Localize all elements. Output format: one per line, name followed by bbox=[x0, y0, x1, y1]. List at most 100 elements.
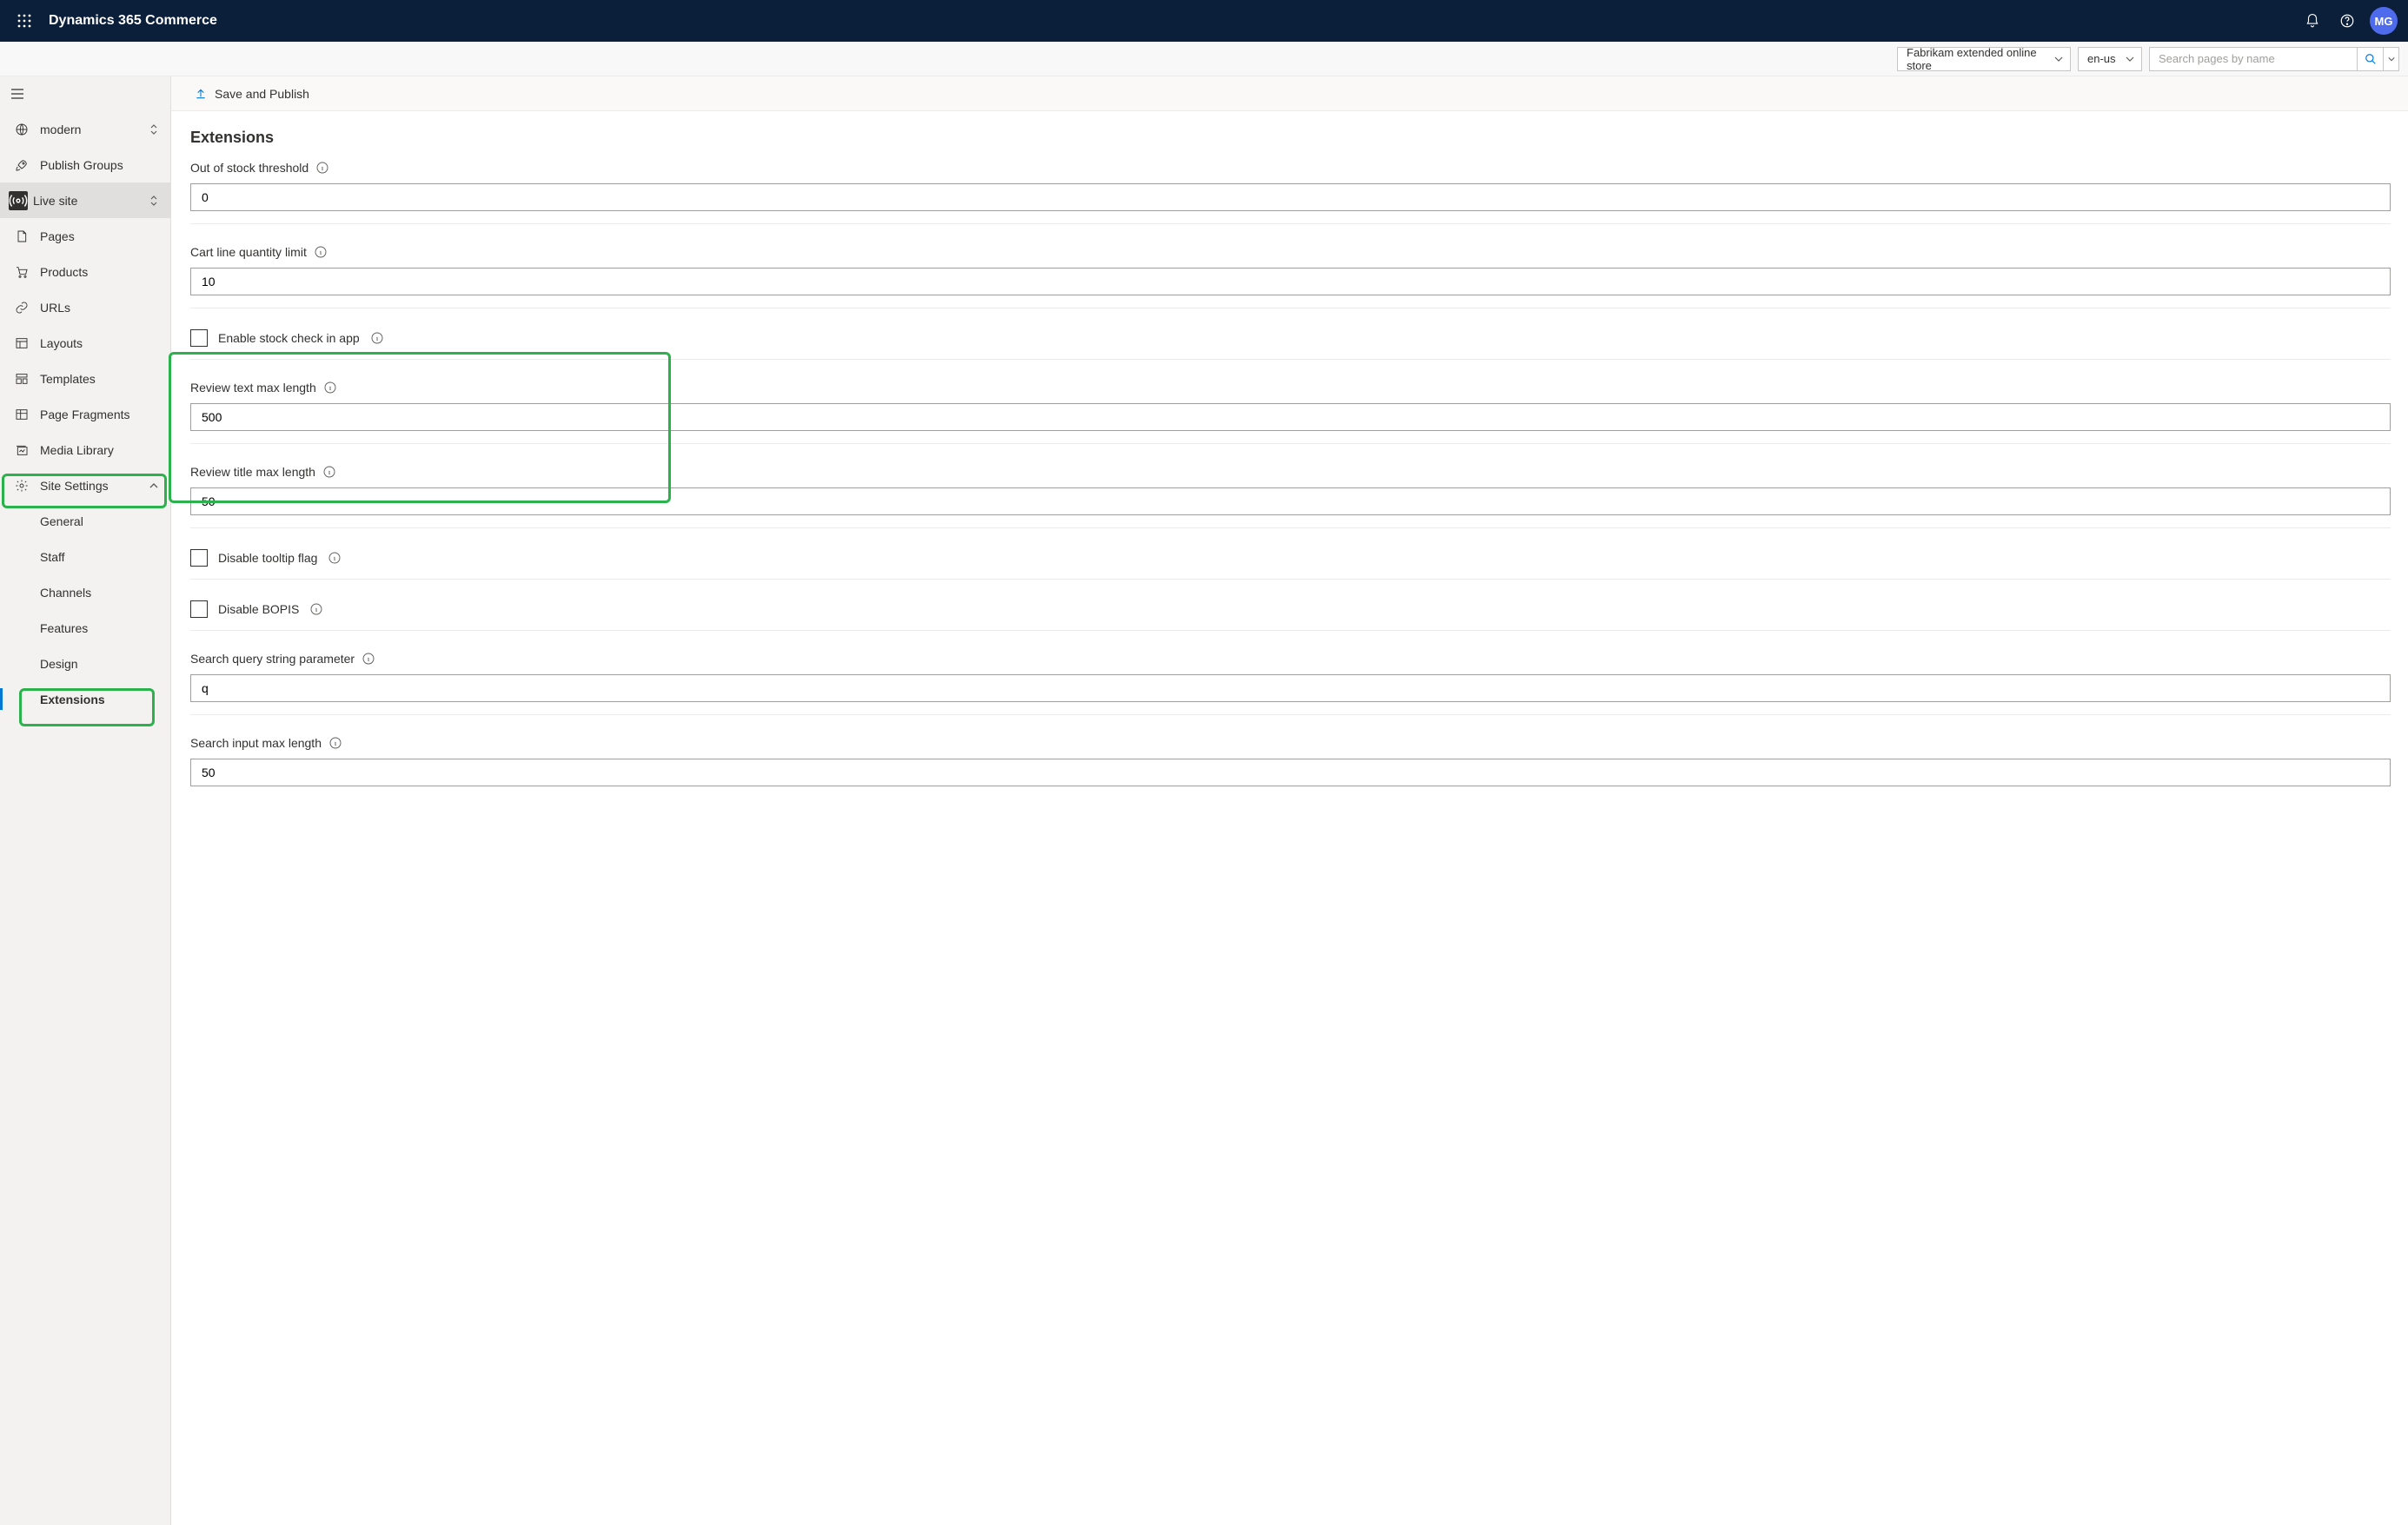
globe-icon bbox=[15, 123, 29, 136]
sidebar-sub-label: Extensions bbox=[40, 693, 105, 706]
nav-collapse-button[interactable] bbox=[0, 76, 35, 111]
info-icon[interactable] bbox=[370, 331, 384, 345]
fragment-icon bbox=[15, 408, 29, 421]
command-label: Save and Publish bbox=[215, 87, 309, 101]
sidebar-item-media-library[interactable]: Media Library bbox=[0, 432, 170, 467]
user-avatar[interactable]: MG bbox=[2370, 7, 2398, 35]
sidebar-sub-features[interactable]: Features bbox=[0, 610, 170, 646]
sidebar-item-publish-groups[interactable]: Publish Groups bbox=[0, 147, 170, 182]
sidebar-item-pages[interactable]: Pages bbox=[0, 218, 170, 254]
sidebar-item-label: URLs bbox=[35, 301, 162, 315]
product-name: Dynamics 365 Commerce bbox=[49, 13, 217, 29]
sidebar-item-label: Page Fragments bbox=[35, 408, 162, 421]
page-search-input[interactable] bbox=[2149, 47, 2358, 71]
disable-tooltip-checkbox[interactable] bbox=[190, 549, 208, 567]
field-disable-tooltip: Disable tooltip flag bbox=[190, 549, 2391, 580]
field-label: Review text max length bbox=[190, 381, 316, 395]
sidebar-sub-channels[interactable]: Channels bbox=[0, 574, 170, 610]
search-input-max-input[interactable] bbox=[190, 759, 2391, 786]
gear-icon bbox=[15, 479, 29, 493]
field-label: Cart line quantity limit bbox=[190, 245, 307, 259]
bell-icon bbox=[2305, 13, 2320, 29]
sidebar-item-layouts[interactable]: Layouts bbox=[0, 325, 170, 361]
info-icon[interactable] bbox=[328, 736, 342, 750]
sidebar-item-label: Products bbox=[35, 265, 162, 279]
field-label: Search query string parameter bbox=[190, 652, 355, 666]
sidebar-sub-label: Features bbox=[40, 621, 88, 635]
sidebar-item-site-settings[interactable]: Site Settings bbox=[0, 467, 170, 503]
template-icon bbox=[15, 372, 29, 386]
sidebar-sub-label: Channels bbox=[40, 586, 91, 600]
info-icon[interactable] bbox=[323, 381, 337, 395]
sidebar-item-label: modern bbox=[35, 123, 149, 136]
sidebar-item-label: Layouts bbox=[35, 336, 162, 350]
cart-icon bbox=[15, 265, 29, 279]
sidebar-sub-design[interactable]: Design bbox=[0, 646, 170, 681]
cart-line-qty-limit-input[interactable] bbox=[190, 268, 2391, 295]
sidebar-sub-staff[interactable]: Staff bbox=[0, 539, 170, 574]
sidebar-sub-general[interactable]: General bbox=[0, 503, 170, 539]
waffle-icon bbox=[17, 14, 31, 28]
review-title-max-input[interactable] bbox=[190, 487, 2391, 515]
info-icon[interactable] bbox=[328, 551, 342, 565]
sidebar-item-label: Live site bbox=[28, 194, 149, 208]
info-icon[interactable] bbox=[322, 465, 336, 479]
sidebar-item-templates[interactable]: Templates bbox=[0, 361, 170, 396]
command-bar: Save and Publish bbox=[171, 76, 2408, 111]
page-title: Extensions bbox=[190, 129, 2391, 147]
main-content: Save and Publish Extensions Out of stock… bbox=[171, 76, 2408, 1525]
notifications-button[interactable] bbox=[2295, 0, 2330, 42]
media-icon bbox=[15, 443, 29, 457]
info-icon[interactable] bbox=[314, 245, 328, 259]
question-icon bbox=[2339, 13, 2355, 29]
page-search-split-button[interactable] bbox=[2384, 47, 2399, 71]
sidebar-item-live-site[interactable]: Live site bbox=[0, 182, 170, 218]
info-icon[interactable] bbox=[309, 602, 323, 616]
link-icon bbox=[15, 301, 29, 315]
field-label: Out of stock threshold bbox=[190, 161, 308, 175]
page-search-button[interactable] bbox=[2358, 47, 2384, 71]
sort-icon bbox=[149, 123, 162, 136]
global-header: Dynamics 365 Commerce MG bbox=[0, 0, 2408, 42]
locale-picker[interactable]: en-us bbox=[2078, 47, 2142, 71]
field-search-query-param: Search query string parameter bbox=[190, 652, 2391, 715]
info-icon[interactable] bbox=[362, 652, 375, 666]
field-label: Review title max length bbox=[190, 465, 315, 479]
field-label: Disable tooltip flag bbox=[218, 551, 317, 565]
context-bar: Fabrikam extended online store en-us bbox=[0, 42, 2408, 76]
sidebar-item-label: Site Settings bbox=[35, 479, 149, 493]
sidebar-item-modern[interactable]: modern bbox=[0, 111, 170, 147]
sidebar-item-label: Publish Groups bbox=[35, 158, 162, 172]
broadcast-icon bbox=[9, 191, 28, 210]
info-icon[interactable] bbox=[315, 161, 329, 175]
help-button[interactable] bbox=[2330, 0, 2365, 42]
locale-picker-label: en-us bbox=[2087, 52, 2116, 65]
chevron-down-icon bbox=[2126, 55, 2134, 63]
page-icon bbox=[15, 229, 29, 243]
upload-icon bbox=[194, 87, 208, 101]
field-label: Disable BOPIS bbox=[218, 602, 299, 616]
out-of-stock-threshold-input[interactable] bbox=[190, 183, 2391, 211]
chevron-down-icon bbox=[2388, 56, 2395, 63]
sidebar-sub-extensions[interactable]: Extensions bbox=[0, 681, 170, 717]
disable-bopis-checkbox[interactable] bbox=[190, 600, 208, 618]
sidebar-item-page-fragments[interactable]: Page Fragments bbox=[0, 396, 170, 432]
field-review-title-max: Review title max length bbox=[190, 465, 2391, 528]
review-text-max-input[interactable] bbox=[190, 403, 2391, 431]
save-and-publish-button[interactable]: Save and Publish bbox=[189, 80, 315, 108]
field-label: Search input max length bbox=[190, 736, 322, 750]
settings-scroll[interactable]: Extensions Out of stock threshold Cart l… bbox=[171, 111, 2408, 1525]
hamburger-icon bbox=[10, 87, 24, 101]
search-query-param-input[interactable] bbox=[190, 674, 2391, 702]
enable-stock-check-checkbox[interactable] bbox=[190, 329, 208, 347]
field-search-input-max: Search input max length bbox=[190, 736, 2391, 786]
app-launcher-button[interactable] bbox=[10, 7, 38, 35]
field-disable-bopis: Disable BOPIS bbox=[190, 600, 2391, 631]
sidebar-item-label: Pages bbox=[35, 229, 162, 243]
sidebar-item-urls[interactable]: URLs bbox=[0, 289, 170, 325]
sidebar-sub-label: General bbox=[40, 514, 83, 528]
sidebar-item-products[interactable]: Products bbox=[0, 254, 170, 289]
field-review-text-max: Review text max length bbox=[190, 381, 2391, 444]
search-icon bbox=[2365, 53, 2377, 65]
store-picker[interactable]: Fabrikam extended online store bbox=[1897, 47, 2071, 71]
